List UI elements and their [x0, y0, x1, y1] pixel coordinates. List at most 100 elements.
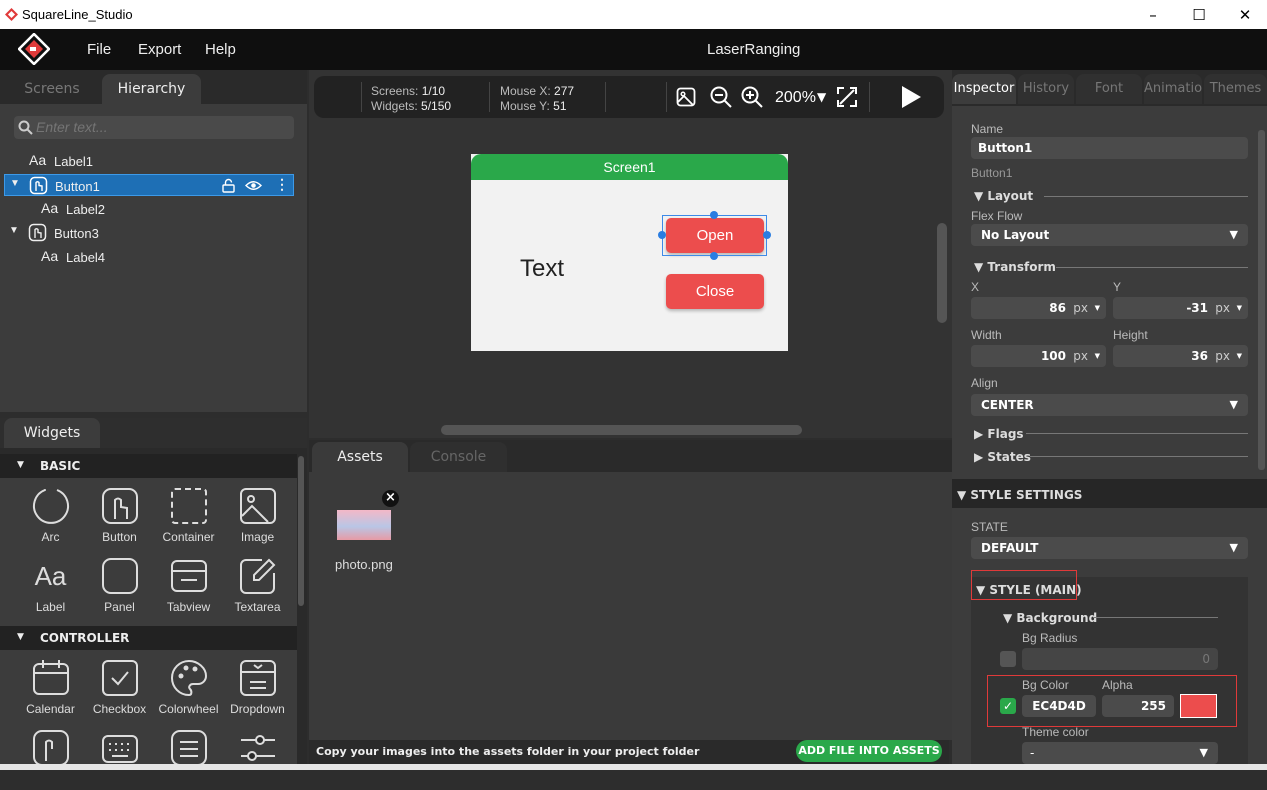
widget-image[interactable]: Image: [223, 480, 292, 548]
states-section[interactable]: ▶ States: [974, 450, 1031, 464]
taskbar-strip: [0, 764, 1267, 770]
color-swatch[interactable]: [1180, 694, 1217, 718]
alpha-input[interactable]: 255: [1102, 695, 1174, 717]
tab-inspector[interactable]: Inspector: [952, 74, 1016, 104]
widget-tabview[interactable]: Tabview: [154, 550, 223, 618]
more-options-icon[interactable]: ⋮: [275, 176, 289, 193]
unit-dropdown-icon[interactable]: ▼: [1237, 345, 1242, 367]
widget-checkbox[interactable]: Checkbox: [85, 652, 154, 720]
asset-thumbnail[interactable]: [337, 510, 391, 540]
category-basic[interactable]: ▼ BASIC: [0, 454, 297, 478]
menu-help[interactable]: Help: [205, 41, 236, 58]
widget-label[interactable]: Aa Label: [16, 550, 85, 618]
flags-section[interactable]: ▶ Flags: [974, 427, 1024, 441]
align-select[interactable]: CENTER ▼: [971, 394, 1248, 416]
tree-item-button3[interactable]: ▼ Button3: [4, 222, 294, 244]
slider-icon: [240, 735, 275, 761]
expand-arrow-icon[interactable]: ▼: [9, 225, 19, 236]
widgets-scrollbar[interactable]: [298, 456, 304, 606]
transform-section[interactable]: ▼ Transform: [974, 260, 1056, 274]
tab-themes[interactable]: Themes: [1204, 74, 1267, 104]
width-input[interactable]: 100 px ▼: [971, 345, 1106, 367]
tree-item-label2[interactable]: Aa Label2: [4, 198, 294, 220]
tab-assets[interactable]: Assets: [312, 442, 408, 472]
remove-asset-icon[interactable]: ×: [382, 490, 399, 507]
unlock-icon[interactable]: [221, 178, 236, 193]
zoom-in-icon[interactable]: [741, 86, 763, 108]
widget-keyboard[interactable]: [85, 722, 154, 790]
screen-close-button[interactable]: Close: [666, 274, 764, 309]
widget-panel[interactable]: Panel: [85, 550, 154, 618]
tree-item-label4[interactable]: Aa Label4: [4, 246, 294, 268]
layout-section[interactable]: ▼ Layout: [974, 189, 1033, 203]
tab-hierarchy[interactable]: Hierarchy: [102, 74, 201, 104]
tree-item-label1[interactable]: Aa Label1: [4, 150, 294, 172]
background-section[interactable]: ▼ Background: [1003, 611, 1097, 625]
resize-handle[interactable]: [710, 252, 718, 260]
resize-handle[interactable]: [710, 211, 718, 219]
tab-widgets[interactable]: Widgets: [4, 418, 100, 448]
resize-handle[interactable]: [763, 231, 771, 239]
add-file-button[interactable]: ADD FILE INTO ASSETS: [796, 740, 942, 762]
minimize-button[interactable]: –: [1130, 0, 1176, 29]
bg-color-input[interactable]: EC4D4D: [1022, 695, 1096, 717]
search-input[interactable]: [36, 117, 286, 137]
eye-icon[interactable]: [245, 179, 262, 192]
tab-console[interactable]: Console: [410, 442, 507, 472]
tab-screens[interactable]: Screens: [4, 74, 100, 104]
style-settings-header[interactable]: ▼ STYLE SETTINGS: [952, 479, 1267, 508]
screen-label-text[interactable]: Text: [520, 255, 564, 283]
tree-item-button1[interactable]: ▼ Button1 ⋮: [4, 174, 294, 196]
menu-export[interactable]: Export: [138, 41, 181, 58]
unit-dropdown-icon[interactable]: ▼: [1095, 345, 1100, 367]
height-input[interactable]: 36 px ▼: [1113, 345, 1248, 367]
widget-slider[interactable]: [223, 722, 292, 790]
zoom-level[interactable]: 200%: [775, 89, 816, 107]
widget-calendar[interactable]: Calendar: [16, 652, 85, 720]
state-select[interactable]: DEFAULT ▼: [971, 537, 1248, 559]
zoom-out-icon[interactable]: [710, 86, 732, 108]
x-input[interactable]: 86 px ▼: [971, 297, 1106, 319]
bg-color-checkbox[interactable]: ✓: [1000, 698, 1016, 714]
play-icon[interactable]: [899, 85, 923, 109]
palette-icon: [170, 659, 207, 697]
flex-flow-select[interactable]: No Layout ▼: [971, 224, 1248, 246]
unit-dropdown-icon[interactable]: ▼: [1237, 297, 1242, 319]
widget-button[interactable]: Button: [85, 480, 154, 548]
screen-title[interactable]: Screen1: [471, 154, 788, 180]
maximize-button[interactable]: ☐: [1176, 0, 1222, 29]
widget-colorwheel[interactable]: Colorwheel: [154, 652, 223, 720]
inspector-scrollbar[interactable]: [1258, 130, 1265, 470]
canvas-vscrollbar[interactable]: [937, 223, 947, 323]
widget-textarea[interactable]: Textarea: [223, 550, 292, 618]
tab-history[interactable]: History: [1018, 74, 1074, 104]
menu-file[interactable]: File: [87, 41, 111, 58]
tab-font[interactable]: Font: [1076, 74, 1142, 104]
background-image-icon[interactable]: [676, 87, 696, 107]
hierarchy-search[interactable]: [14, 116, 294, 139]
widget-dropdown[interactable]: Dropdown: [223, 652, 292, 720]
y-input[interactable]: -31 px ▼: [1113, 297, 1248, 319]
resize-handle[interactable]: [658, 231, 666, 239]
fit-screen-icon[interactable]: [836, 86, 858, 108]
widget-container[interactable]: Container: [154, 480, 223, 548]
category-label: CONTROLLER: [40, 631, 130, 645]
close-window-button[interactable]: ✕: [1222, 0, 1267, 29]
squareline-logo-icon[interactable]: [18, 33, 50, 65]
textarea-icon: [239, 558, 275, 594]
bg-radius-checkbox[interactable]: [1000, 651, 1016, 667]
bg-radius-input[interactable]: 0: [1022, 648, 1218, 670]
widget-list[interactable]: [154, 722, 223, 790]
canvas-hscrollbar[interactable]: [441, 425, 802, 435]
expand-arrow-icon[interactable]: ▼: [10, 178, 20, 189]
widget-imgbutton[interactable]: [16, 722, 85, 790]
widget-arc[interactable]: Arc: [16, 480, 85, 548]
zoom-dropdown-icon[interactable]: ▼: [817, 90, 826, 104]
tab-animation[interactable]: Animatio: [1144, 74, 1202, 104]
category-controller[interactable]: ▼ CONTROLLER: [0, 626, 297, 650]
name-input[interactable]: Button1: [971, 137, 1248, 159]
image-icon: [239, 488, 276, 524]
checkbox-icon: [101, 660, 138, 696]
theme-color-select[interactable]: - ▼: [1022, 742, 1218, 764]
unit-dropdown-icon[interactable]: ▼: [1095, 297, 1100, 319]
